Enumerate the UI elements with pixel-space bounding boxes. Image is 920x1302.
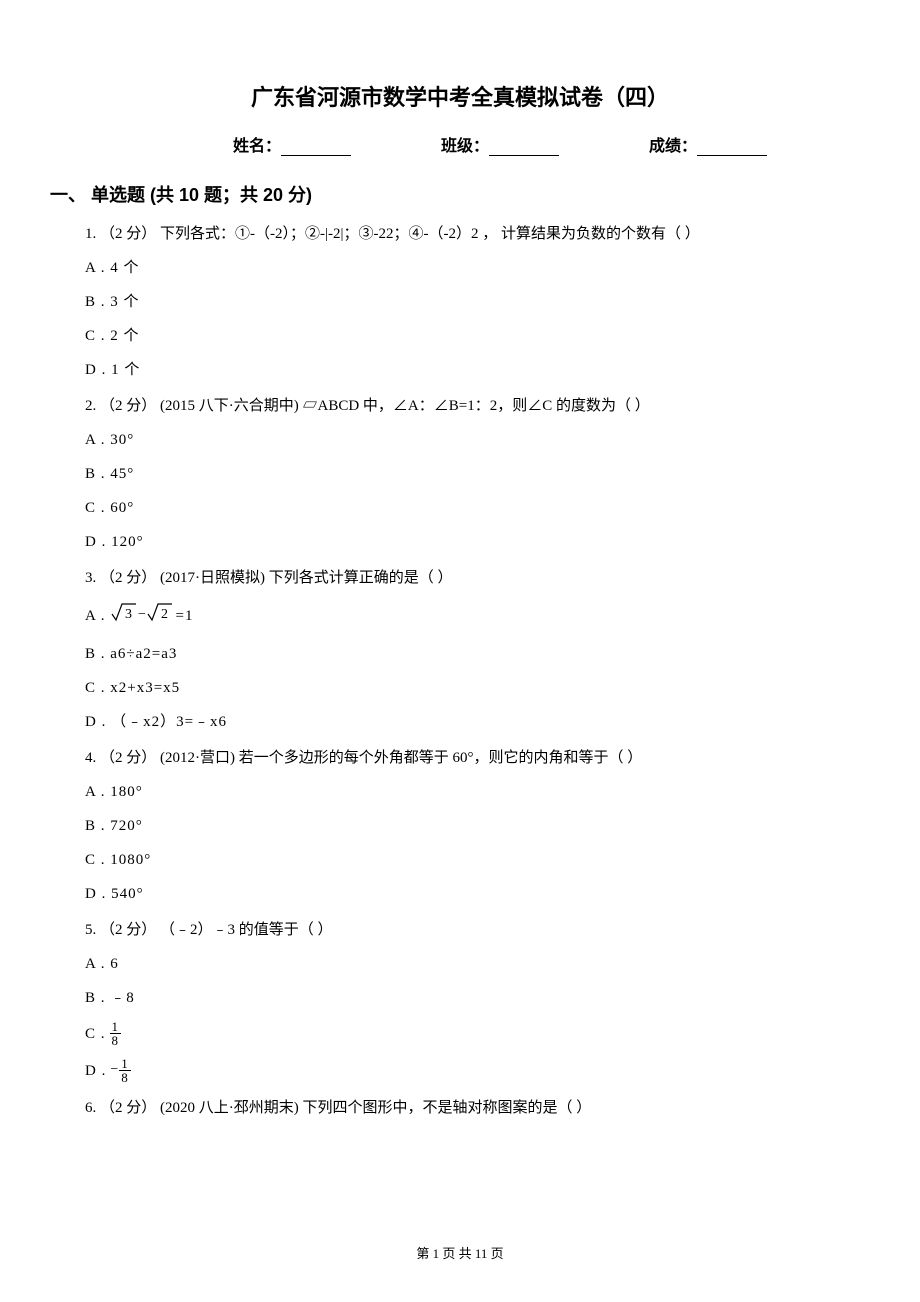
question-2: 2. （2 分） (2015 八下·六合期中) ▱ABCD 中，∠A：∠B=1：… [85,394,860,554]
question-1-option-c: C . 2 个 [85,324,860,348]
question-5-option-d: D . − 1 8 [85,1057,860,1084]
minus-sign: − [110,1059,119,1081]
name-field: 姓名： [233,132,351,156]
svg-text:−: − [138,607,147,622]
class-blank[interactable] [489,140,559,156]
class-label: 班级： [441,138,489,155]
question-3-option-b: B . a6÷a2=a3 [85,642,860,666]
question-5-option-a: A . 6 [85,952,860,976]
question-5-option-b: B . ﹣8 [85,986,860,1010]
section-1-header: 一、 单选题 (共 10 题；共 20 分) [50,181,860,207]
question-4-option-c: C . 1080° [85,848,860,872]
svg-text:3: 3 [125,607,133,622]
question-5-option-d-prefix: D . [85,1059,106,1083]
question-5: 5. （2 分） （﹣2）﹣3 的值等于（ ） A . 6 B . ﹣8 C .… [85,918,860,1084]
question-3: 3. （2 分） (2017·日照模拟) 下列各式计算正确的是（ ） A . 3… [85,566,860,734]
question-6: 6. （2 分） (2020 八上·邳州期末) 下列四个图形中，不是轴对称图案的… [85,1096,860,1120]
question-3-option-a-prefix: A . [85,604,106,628]
question-2-option-b: B . 45° [85,462,860,486]
page-footer: 第 1 页 共 11 页 [0,1243,920,1262]
question-2-option-a: A . 30° [85,428,860,452]
score-label: 成绩： [649,138,697,155]
question-4-option-d: D . 540° [85,882,860,906]
question-3-option-a-suffix: =1 [176,604,194,628]
question-1-text: 1. （2 分） 下列各式：①-（-2）；②-|-2|；③-22；④-（-2）2… [85,222,860,246]
question-3-option-c: C . x2+x3=x5 [85,676,860,700]
fraction-icon: 1 8 [110,1020,122,1047]
question-5-option-c: C . 1 8 [85,1020,860,1047]
name-blank[interactable] [281,140,351,156]
question-3-text: 3. （2 分） (2017·日照模拟) 下列各式计算正确的是（ ） [85,566,860,590]
question-3-option-d: D . （﹣x2）3=﹣x6 [85,710,860,734]
fraction-numerator: 1 [119,1057,131,1071]
info-line: 姓名： 班级： 成绩： [60,132,860,156]
question-2-option-d: D . 120° [85,530,860,554]
question-2-option-c: C . 60° [85,496,860,520]
question-4-option-b: B . 720° [85,814,860,838]
negative-fraction-icon: − 1 8 [110,1057,130,1084]
exam-title: 广东省河源市数学中考全真模拟试卷（四） [60,80,860,112]
question-4-option-a: A . 180° [85,780,860,804]
score-blank[interactable] [697,140,767,156]
fraction-denominator: 8 [110,1034,122,1047]
question-5-option-c-prefix: C . [85,1022,106,1046]
question-2-text: 2. （2 分） (2015 八下·六合期中) ▱ABCD 中，∠A：∠B=1：… [85,394,860,418]
svg-text:2: 2 [161,607,169,622]
sqrt-expression-icon: 3 − 2 [110,600,172,632]
question-4-text: 4. （2 分） (2012·营口) 若一个多边形的每个外角都等于 60°，则它… [85,746,860,770]
question-1-option-a: A . 4 个 [85,256,860,280]
question-3-option-a: A . 3 − 2 =1 [85,600,860,632]
question-4: 4. （2 分） (2012·营口) 若一个多边形的每个外角都等于 60°，则它… [85,746,860,906]
fraction-denominator: 8 [119,1071,131,1084]
score-field: 成绩： [649,132,767,156]
fraction-numerator: 1 [110,1020,122,1034]
question-5-text: 5. （2 分） （﹣2）﹣3 的值等于（ ） [85,918,860,942]
question-6-text: 6. （2 分） (2020 八上·邳州期末) 下列四个图形中，不是轴对称图案的… [85,1096,860,1120]
question-1-option-b: B . 3 个 [85,290,860,314]
class-field: 班级： [441,132,559,156]
question-1-option-d: D . 1 个 [85,358,860,382]
name-label: 姓名： [233,138,281,155]
question-1: 1. （2 分） 下列各式：①-（-2）；②-|-2|；③-22；④-（-2）2… [85,222,860,382]
fraction-icon: 1 8 [119,1057,131,1084]
